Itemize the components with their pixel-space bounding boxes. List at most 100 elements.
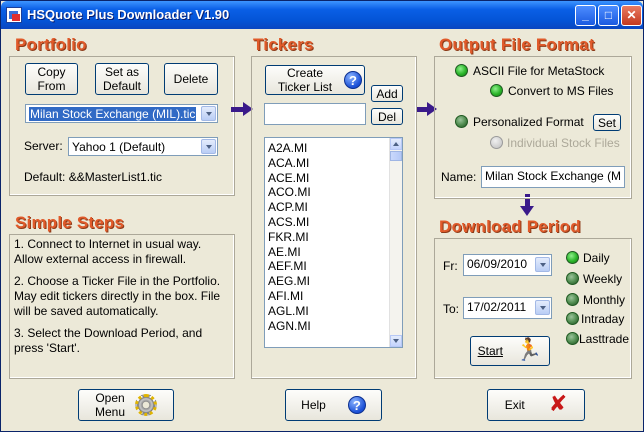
- server-label: Server:: [24, 139, 63, 153]
- open-menu-label-1: Open: [95, 391, 125, 405]
- add-ticker-button[interactable]: Add: [371, 85, 403, 102]
- chevron-down-icon[interactable]: [535, 300, 550, 315]
- ascii-radio[interactable]: [455, 64, 468, 77]
- set-default-label-2: Default: [102, 79, 142, 93]
- open-menu-button[interactable]: Open Menu: [78, 389, 174, 421]
- ticker-list-item[interactable]: ACO.MI: [265, 185, 402, 200]
- to-date-value: 17/02/2011: [467, 300, 527, 314]
- ticker-list-item[interactable]: AGN.MI: [265, 319, 402, 334]
- ticker-list-item[interactable]: ACS.MI: [265, 215, 402, 230]
- period-intraday-radio[interactable]: [566, 312, 579, 325]
- ticker-input[interactable]: [264, 103, 366, 125]
- set-as-default-button[interactable]: Set as Default: [95, 63, 149, 95]
- portfolio-heading: Portfolio: [15, 35, 87, 54]
- server-select[interactable]: Yahoo 1 (Default): [68, 137, 218, 156]
- to-date-picker[interactable]: 17/02/2011: [463, 297, 552, 319]
- create-label-2: Ticker List: [277, 80, 333, 94]
- personalized-format-radio[interactable]: [455, 115, 468, 128]
- running-man-icon: 🏃: [514, 338, 543, 363]
- ascii-label: ASCII File for MetaStock: [473, 64, 605, 78]
- title-bar[interactable]: HSQuote Plus Downloader V1.90 _ □ ✕: [1, 1, 643, 29]
- steps-heading: Simple Steps: [15, 213, 125, 232]
- period-weekly-radio[interactable]: [566, 272, 579, 285]
- period-weekly-label: Weekly: [583, 272, 623, 286]
- ticker-list-item[interactable]: AE.MI: [265, 245, 402, 260]
- del-label: Del: [377, 109, 396, 124]
- copy-from-label-2: From: [37, 79, 66, 93]
- server-value: Yahoo 1 (Default): [72, 140, 166, 154]
- help-icon: ?: [347, 396, 366, 414]
- help-button[interactable]: Help ?: [285, 389, 382, 421]
- step-3: 3. Select the Download Period, and press…: [14, 326, 203, 355]
- ticker-list-item[interactable]: AGL.MI: [265, 304, 402, 319]
- name-input[interactable]: Milan Stock Exchange (M: [481, 166, 625, 188]
- close-x-icon: ✘: [548, 392, 568, 417]
- convert-ms-radio[interactable]: [490, 84, 503, 97]
- chevron-down-icon[interactable]: [201, 106, 216, 121]
- flow-arrow-icon: [231, 102, 253, 116]
- open-menu-label-2: Menu: [94, 405, 126, 419]
- scroll-down-icon[interactable]: [390, 335, 402, 347]
- period-daily-label: Daily: [583, 251, 610, 265]
- exit-label: Exit: [504, 398, 525, 412]
- period-intraday-label: Intraday: [581, 312, 625, 326]
- period-daily-radio[interactable]: [566, 251, 579, 264]
- copy-from-label-1: Copy: [37, 65, 66, 79]
- set-default-label-1: Set as: [104, 65, 140, 79]
- from-date-picker[interactable]: 06/09/2010: [463, 254, 552, 276]
- chevron-down-icon[interactable]: [535, 257, 550, 272]
- window-title: HSQuote Plus Downloader V1.90: [27, 7, 230, 22]
- set-label: Set: [597, 115, 616, 130]
- step-1: 1. Connect to Internet in usual way. All…: [14, 237, 215, 266]
- app-window: HSQuote Plus Downloader V1.90 _ □ ✕ Port…: [0, 0, 644, 432]
- ticker-list-item[interactable]: A2A.MI: [265, 141, 402, 156]
- ticker-file-select[interactable]: Milan Stock Exchange (MIL).tic: [25, 104, 218, 123]
- ticker-list[interactable]: A2A.MI ACA.MI ACE.MI ACO.MI ACP.MI ACS.MI FKR.…: [264, 137, 403, 348]
- close-button[interactable]: ✕: [621, 5, 642, 26]
- start-label: Start: [477, 344, 503, 358]
- gear-icon: [135, 394, 158, 416]
- create-label-1: Create: [286, 66, 324, 80]
- output-heading: Output File Format: [439, 35, 595, 54]
- ticker-list-item[interactable]: FKR.MI: [265, 230, 402, 245]
- period-monthly-radio[interactable]: [566, 293, 579, 306]
- steps-list: 1. Connect to Internet in usual way. All…: [14, 237, 232, 363]
- maximize-button[interactable]: □: [598, 5, 619, 26]
- ticker-list-item[interactable]: AFI.MI: [265, 289, 402, 304]
- name-label: Name:: [441, 170, 477, 184]
- ticker-file-value: Milan Stock Exchange (MIL).tic: [29, 107, 197, 121]
- chevron-down-icon[interactable]: [201, 139, 216, 154]
- from-label: Fr:: [443, 259, 458, 273]
- ticker-list-item[interactable]: ACE.MI: [265, 171, 402, 186]
- help-icon: ?: [344, 71, 362, 89]
- period-lasttrade-label: Lasttrade: [579, 332, 630, 346]
- ticker-list-item[interactable]: ACA.MI: [265, 156, 402, 171]
- minimize-button[interactable]: _: [575, 5, 596, 26]
- delete-ticker-button[interactable]: Del: [371, 108, 403, 125]
- convert-ms-label: Convert to MS Files: [508, 84, 614, 98]
- download-heading: Download Period: [439, 217, 581, 236]
- step-2: 2. Choose a Ticker File in the Portfolio…: [14, 274, 221, 318]
- help-label: Help: [301, 398, 326, 412]
- ticker-list-item[interactable]: AEG.MI: [265, 274, 402, 289]
- ticker-list-item[interactable]: ACP.MI: [265, 200, 402, 215]
- add-label: Add: [376, 86, 398, 101]
- personalized-format-label: Personalized Format: [473, 115, 584, 129]
- default-file-label: Default: &&MasterList1.tic: [24, 170, 163, 184]
- app-icon: [6, 7, 22, 23]
- create-ticker-list-button[interactable]: Create Ticker List ?: [265, 65, 365, 95]
- scroll-thumb[interactable]: [390, 151, 402, 161]
- ticker-list-scrollbar[interactable]: [389, 138, 402, 347]
- individual-files-radio[interactable]: [490, 136, 503, 149]
- start-button[interactable]: Start 🏃: [470, 336, 550, 366]
- delete-button[interactable]: Delete: [164, 63, 218, 95]
- set-format-button[interactable]: Set: [593, 114, 621, 131]
- from-date-value: 06/09/2010: [467, 257, 528, 271]
- scroll-up-icon[interactable]: [390, 138, 402, 150]
- delete-label: Delete: [173, 72, 209, 86]
- period-lasttrade-radio[interactable]: [566, 332, 579, 345]
- exit-button[interactable]: Exit ✘: [487, 389, 585, 421]
- tickers-heading: Tickers: [253, 35, 314, 54]
- ticker-list-item[interactable]: AEF.MI: [265, 259, 402, 274]
- copy-from-button[interactable]: Copy From: [25, 63, 78, 95]
